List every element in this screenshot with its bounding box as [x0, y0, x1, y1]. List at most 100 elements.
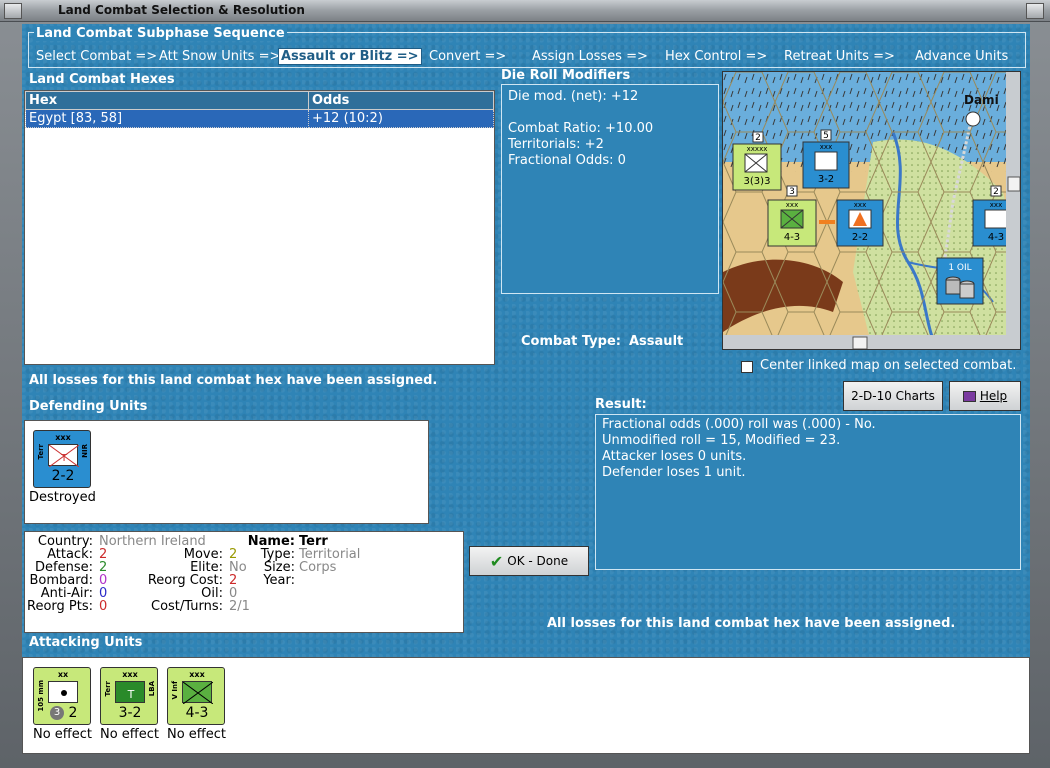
column-header-odds[interactable]: Odds — [308, 91, 494, 110]
map-canvas[interactable]: Dami xxxxx 3(3)3 2 xxx 3-2 5 xxx 4-3 3 x… — [723, 72, 1021, 350]
seq-select-combat[interactable]: Select Combat => — [36, 49, 157, 64]
seq-advance-units[interactable]: Advance Units — [915, 49, 1008, 64]
result-line: Attacker loses 0 units. — [602, 449, 747, 464]
center-map-label: Center linked map on selected combat. — [760, 358, 1017, 373]
main-panel: Land Combat Subphase Sequence Select Com… — [22, 24, 1030, 754]
unit-strength: 2-2 — [51, 468, 75, 484]
map-stack-count: 2 — [993, 187, 999, 197]
territorials: Territorials: +2 — [508, 137, 604, 152]
infantry-unit-icon — [182, 681, 214, 705]
die-roll-modifiers-panel: Die mod. (net): +12 Combat Ratio: +10.00… — [501, 84, 719, 294]
result-line: Unmodified roll = 15, Modified = 23. — [602, 433, 841, 448]
map-stack-count: 2 — [755, 133, 761, 143]
unit-strength: 4-3 — [185, 705, 209, 721]
map-vertical-scroll-thumb[interactable] — [1007, 176, 1020, 192]
unit-size-marker: xxx — [122, 670, 138, 679]
combat-hexes-table: Hex Odds Egypt [83, 58] +12 (10:2) — [25, 91, 494, 128]
result-panel: Fractional odds (.000) roll was (.000) -… — [595, 414, 1021, 570]
defending-unit-status: Destroyed — [29, 490, 96, 505]
territorial-unit-icon: T — [48, 444, 80, 468]
map-stack-count: 5 — [823, 131, 829, 141]
seq-assign-losses[interactable]: Assign Losses => — [532, 49, 648, 64]
attacking-units-panel: xx 105 mm 3 2 No effect xxx T Terr LBA 3… — [22, 657, 1030, 754]
map-unit-strength: 3(3)3 — [744, 176, 771, 187]
charts-button[interactable]: 2-D-10 Charts — [843, 381, 943, 411]
territorial-unit-icon: T — [115, 681, 145, 703]
oil-resource-icon: 1 OIL — [936, 257, 984, 305]
svg-text:T: T — [127, 688, 135, 701]
attacking-unit-status: No effect — [100, 727, 160, 742]
unit-type-label: Terr — [37, 444, 45, 460]
seq-convert[interactable]: Convert => — [429, 49, 506, 64]
defending-units-title: Defending Units — [29, 399, 148, 414]
help-button[interactable]: Help — [949, 381, 1021, 411]
combat-hexes-title: Land Combat Hexes — [29, 72, 175, 87]
window-frame: Land Combat Selection & Resolution Land … — [0, 0, 1050, 768]
attacking-unit-counter[interactable]: xxx V Inf 4-3 — [167, 667, 225, 725]
defending-units-panel: xxx T Terr NIR 2-2 Destroyed — [24, 420, 429, 524]
combat-hexes-list[interactable]: Hex Odds Egypt [83, 58] +12 (10:2) — [24, 90, 495, 365]
combat-type-label: Combat Type: — [521, 334, 621, 349]
map-stack-count: 3 — [789, 187, 795, 197]
table-header: Hex Odds — [25, 91, 494, 110]
map-unit-size: xxx — [854, 201, 866, 209]
cost-turns-value: 2/1 — [229, 599, 250, 614]
help-button-label: Help — [979, 389, 1008, 403]
ok-done-label: OK - Done — [507, 554, 569, 568]
oil-label: 1 OIL — [948, 263, 971, 273]
checkmark-icon: ✔ — [489, 551, 504, 571]
table-row[interactable]: Egypt [83, 58] +12 (10:2) — [25, 109, 494, 128]
map-horizontal-scroll-thumb[interactable] — [852, 336, 868, 349]
losses-status-bottom: All losses for this land combat hex have… — [547, 616, 956, 631]
die-mod-net: Die mod. (net): +12 — [508, 89, 639, 104]
unit-type-label: Terr — [104, 681, 112, 697]
unit-size-marker: xxx — [189, 670, 205, 679]
map-horizontal-scrollbar[interactable] — [723, 335, 1021, 350]
artillery-unit-icon — [48, 681, 78, 703]
map-unit-strength: 4-3 — [988, 232, 1004, 243]
map-place-label: Dami — [964, 93, 999, 107]
unit-size-marker: xxx — [55, 433, 71, 442]
book-icon — [962, 390, 976, 402]
ok-done-button[interactable]: ✔ OK - Done — [469, 546, 589, 576]
seq-att-snow-units[interactable]: Att Snow Units => — [159, 49, 280, 64]
unit-strength: 3-2 — [118, 705, 142, 721]
unit-type-label: V Inf — [171, 681, 179, 700]
unit-strength: 2 — [68, 705, 78, 721]
subphase-sequence-title: Land Combat Subphase Sequence — [34, 26, 287, 41]
map-unit-strength: 4-3 — [784, 232, 800, 243]
result-title: Result: — [595, 397, 647, 412]
unit-nation-label: NIR — [81, 444, 89, 458]
map-counter-stack[interactable]: xxx 2-2 — [836, 199, 884, 247]
attacking-unit-counter[interactable]: xxx T Terr LBA 3-2 — [100, 667, 158, 725]
system-menu-button[interactable] — [4, 3, 22, 19]
seq-assault-or-blitz[interactable]: Assault or Blitz => — [278, 48, 422, 65]
map-unit-size: xxx — [786, 201, 798, 209]
svg-text:T: T — [60, 453, 68, 464]
linked-map[interactable]: Dami xxxxx 3(3)3 2 xxx 3-2 5 xxx 4-3 3 x… — [722, 71, 1021, 350]
fractional-odds: Fractional Odds: 0 — [508, 153, 626, 168]
unit-size-marker: xx — [57, 670, 69, 679]
map-unit-size: xxx — [820, 143, 832, 151]
attacking-unit-status: No effect — [167, 727, 227, 742]
map-vertical-scrollbar[interactable] — [1006, 72, 1021, 335]
map-unit-strength: 2-2 — [852, 232, 868, 243]
unit-nation-label: LBA — [148, 681, 156, 697]
close-button[interactable] — [1026, 3, 1044, 19]
defending-unit-counter[interactable]: xxx T Terr NIR 2-2 — [33, 430, 91, 488]
losses-status-top: All losses for this land combat hex have… — [29, 373, 438, 388]
attacking-unit-counter[interactable]: xx 105 mm 3 2 — [33, 667, 91, 725]
attacking-unit-status: No effect — [33, 727, 93, 742]
result-line: Fractional odds (.000) roll was (.000) -… — [602, 417, 876, 432]
seq-hex-control[interactable]: Hex Control => — [665, 49, 767, 64]
column-header-hex[interactable]: Hex — [25, 91, 309, 110]
reorg-pts-key: Reorg Pts: — [27, 599, 93, 614]
center-map-checkbox[interactable] — [741, 361, 753, 373]
unit-details-panel: Country: Northern Ireland Attack: 2 Defe… — [24, 531, 464, 633]
window-title: Land Combat Selection & Resolution — [58, 3, 305, 17]
die-roll-modifiers-title: Die Roll Modifiers — [501, 68, 631, 83]
combat-type-value: Assault — [629, 334, 684, 349]
combat-ratio: Combat Ratio: +10.00 — [508, 121, 654, 136]
year-key: Year: — [263, 573, 295, 588]
seq-retreat-units[interactable]: Retreat Units => — [784, 49, 895, 64]
